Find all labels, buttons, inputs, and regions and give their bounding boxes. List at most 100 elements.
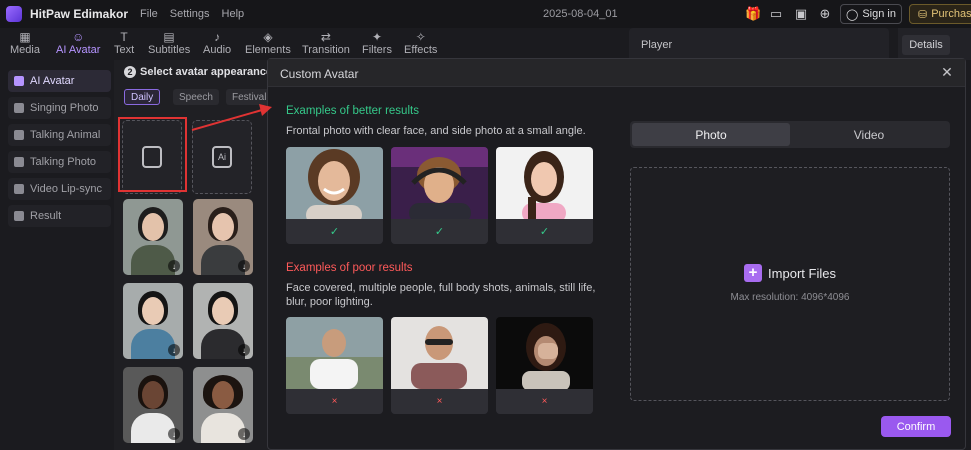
elements-icon: ◈ bbox=[263, 30, 273, 44]
tool-label: Audio bbox=[203, 44, 232, 56]
cart-icon: ⛁ bbox=[918, 8, 928, 21]
filter-chip-festival[interactable]: Festival bbox=[226, 89, 273, 105]
purchase-label: Purchase bbox=[931, 8, 971, 20]
tool-filters[interactable]: ✦ Filters bbox=[362, 30, 392, 56]
plus-icon: + bbox=[744, 264, 763, 282]
tool-effects[interactable]: ✧ Effects bbox=[404, 30, 437, 56]
avatar-thumbnail[interactable]: ↓ bbox=[123, 199, 183, 275]
dialog-header: Custom Avatar ✕ bbox=[268, 59, 965, 87]
filter-chip-daily[interactable]: Daily bbox=[124, 89, 161, 105]
avatar-thumbnail[interactable]: ↓ bbox=[123, 283, 183, 359]
tool-label: Elements bbox=[245, 44, 291, 56]
tab-photo[interactable]: Photo bbox=[632, 123, 790, 146]
good-example-card: ✓ bbox=[286, 147, 383, 244]
tool-media[interactable]: ▦ Media bbox=[10, 30, 40, 56]
custom-avatar-dialog: Custom Avatar ✕ Examples of better resul… bbox=[267, 58, 966, 450]
ai-image-icon: Ai bbox=[212, 146, 232, 168]
good-example-card: ✓ bbox=[496, 147, 593, 244]
tool-label: Filters bbox=[362, 44, 392, 56]
example-photo bbox=[496, 317, 593, 389]
media-toolbar: ▦ Media ☺ AI Avatar T Text ▤ Subtitles ♪ Audi… bbox=[0, 28, 622, 60]
check-icon: ✓ bbox=[286, 219, 383, 244]
avatar-thumbnail[interactable]: ↓ bbox=[123, 367, 183, 443]
avatar-thumbnail[interactable]: ↓ bbox=[193, 283, 253, 359]
tool-label: AI Avatar bbox=[56, 44, 101, 56]
sidebar: AI Avatar Singing Photo Talking Animal T… bbox=[0, 60, 114, 450]
avatar-thumbnail[interactable]: ↓ bbox=[193, 367, 253, 443]
download-icon[interactable]: ↓ bbox=[238, 344, 250, 356]
poor-example-card: × bbox=[286, 317, 383, 414]
audio-icon: ♪ bbox=[214, 30, 221, 44]
close-icon[interactable]: ✕ bbox=[939, 64, 955, 80]
tool-ai-avatar[interactable]: ☺ AI Avatar bbox=[56, 30, 100, 56]
tool-elements[interactable]: ◈ Elements bbox=[245, 30, 291, 56]
check-icon: ✓ bbox=[496, 219, 593, 244]
sidebar-item-talking-photo[interactable]: Talking Photo bbox=[8, 151, 111, 173]
download-icon[interactable]: ↓ bbox=[168, 344, 180, 356]
cross-icon: × bbox=[496, 389, 593, 414]
sidebar-item-label: Result bbox=[30, 210, 62, 222]
filter-chip-speech[interactable]: Speech bbox=[173, 89, 219, 105]
confirm-button[interactable]: Confirm bbox=[881, 416, 951, 437]
tool-label: Effects bbox=[404, 44, 438, 56]
window-icon[interactable]: ▣ bbox=[793, 6, 809, 22]
text-icon: T bbox=[120, 30, 128, 44]
player-panel: Player bbox=[629, 28, 889, 60]
upload-slot-highlight bbox=[118, 117, 187, 192]
download-icon[interactable]: ↓ bbox=[168, 428, 180, 440]
example-photo bbox=[391, 147, 488, 219]
download-icon[interactable]: ↓ bbox=[238, 260, 250, 272]
tool-label: Media bbox=[10, 44, 40, 56]
poor-examples-description-line1: Face covered, multiple people, full body… bbox=[286, 282, 596, 294]
gift-icon[interactable]: 🎁 bbox=[745, 6, 761, 22]
image-icon bbox=[14, 103, 24, 113]
poor-examples-title: Examples of poor results bbox=[286, 262, 413, 274]
poor-example-card: × bbox=[391, 317, 488, 414]
avatar-thumbnail[interactable]: ↓ bbox=[193, 199, 253, 275]
import-files-label: Import Files bbox=[768, 265, 836, 281]
app-logo-icon bbox=[6, 6, 22, 22]
tool-subtitles[interactable]: ▤ Subtitles bbox=[148, 30, 190, 56]
menu-settings[interactable]: Settings bbox=[170, 8, 210, 20]
sidebar-item-talking-animal[interactable]: Talking Animal bbox=[8, 124, 111, 146]
player-label: Player bbox=[641, 39, 673, 51]
download-icon[interactable]: ⊕ bbox=[817, 6, 833, 22]
sidebar-item-label: AI Avatar bbox=[30, 75, 75, 87]
step-title-text: Select avatar appearance bbox=[140, 66, 273, 78]
tool-text[interactable]: T Text bbox=[114, 30, 134, 56]
effects-icon: ✧ bbox=[415, 30, 426, 44]
download-icon[interactable]: ↓ bbox=[168, 260, 180, 272]
download-icon[interactable]: ↓ bbox=[238, 428, 250, 440]
tab-video[interactable]: Video bbox=[790, 123, 948, 146]
cross-icon: × bbox=[286, 389, 383, 414]
example-photo bbox=[286, 317, 383, 389]
filters-icon: ✦ bbox=[371, 30, 382, 44]
import-dropzone[interactable]: + Import Files Max resolution: 4096*4096 bbox=[630, 167, 950, 401]
sidebar-item-result[interactable]: Result bbox=[8, 205, 111, 227]
ai-generate-slot[interactable]: Ai bbox=[192, 120, 252, 194]
tool-audio[interactable]: ♪ Audio bbox=[203, 30, 231, 56]
step-title: 2 Select avatar appearance bbox=[124, 66, 272, 78]
menu-help[interactable]: Help bbox=[222, 8, 245, 20]
sidebar-item-label: Talking Animal bbox=[30, 129, 101, 141]
sidebar-item-video-lip-sync[interactable]: Video Lip-sync bbox=[8, 178, 111, 200]
details-panel: Details bbox=[898, 28, 971, 60]
transition-icon: ⇄ bbox=[320, 30, 331, 44]
step-number: 2 bbox=[124, 66, 136, 78]
tool-transition[interactable]: ⇄ Transition bbox=[302, 30, 350, 56]
sidebar-item-singing-photo[interactable]: Singing Photo bbox=[8, 97, 111, 119]
tool-label: Transition bbox=[302, 44, 350, 56]
check-icon: ✓ bbox=[391, 219, 488, 244]
video-icon bbox=[14, 184, 24, 194]
details-tab[interactable]: Details bbox=[902, 35, 950, 55]
dialog-title: Custom Avatar bbox=[280, 67, 359, 81]
app-name: HitPaw Edimakor bbox=[30, 7, 129, 21]
example-photo bbox=[286, 147, 383, 219]
sign-in-button[interactable]: ◯ Sign in bbox=[840, 4, 902, 24]
purchase-button[interactable]: ⛁ Purchase bbox=[909, 4, 971, 24]
layout-icon[interactable]: ▭ bbox=[768, 6, 784, 22]
menu-file[interactable]: File bbox=[140, 8, 158, 20]
sidebar-item-ai-avatar[interactable]: AI Avatar bbox=[8, 70, 111, 92]
media-type-tabs: Photo Video bbox=[630, 121, 950, 148]
import-files-button[interactable]: + Import Files bbox=[631, 264, 949, 282]
